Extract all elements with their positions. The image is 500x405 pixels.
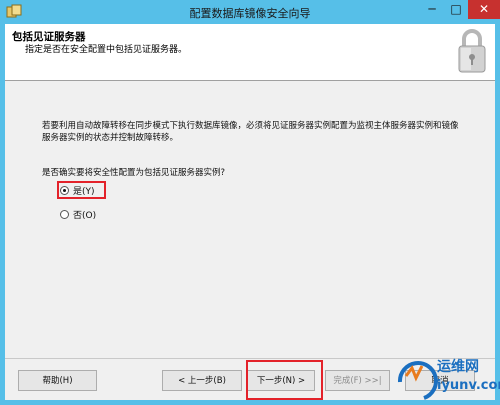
witness-question: 是否确实要将安全性配置为包括见证服务器实例? — [42, 168, 226, 178]
watermark-name: 运维网 — [437, 359, 479, 375]
radio-no-label: 否(O) — [73, 210, 97, 221]
close-button[interactable]: ✕ — [468, 0, 500, 19]
description-text: 若要利用自动故障转移在同步模式下执行数据库镜像，必须将见证服务器实例配置为监视主… — [42, 121, 459, 143]
wizard-header: 包括见证服务器 指定是否在安全配置中包括见证服务器。 — [5, 24, 495, 81]
title-bar[interactable]: 配置数据库镜像安全向导 ─ □ ✕ — [0, 0, 500, 24]
radio-unselected-icon[interactable] — [60, 209, 69, 219]
page-subtitle: 指定是否在安全配置中包括见证服务器。 — [25, 45, 188, 55]
radio-no[interactable]: 否(O) — [60, 207, 96, 221]
maximize-button[interactable]: □ — [444, 0, 468, 19]
minimize-button[interactable]: ─ — [420, 0, 444, 19]
help-button[interactable]: 帮助(H) — [18, 370, 97, 391]
wizard-client-area: 包括见证服务器 指定是否在安全配置中包括见证服务器。 若要利用自动故障转移在同步… — [5, 24, 495, 400]
watermark-url: iyunv.com — [437, 378, 500, 393]
annotation-highlight-yes — [57, 181, 106, 199]
annotation-highlight-next — [246, 360, 323, 400]
back-button[interactable]: < 上一步(B) — [162, 370, 242, 391]
lock-icon — [458, 29, 486, 73]
finish-button[interactable]: 完成(F) >>| — [325, 370, 390, 391]
wizard-window: 配置数据库镜像安全向导 ─ □ ✕ 包括见证服务器 指定是否在安全配置中包括见证… — [0, 0, 500, 405]
